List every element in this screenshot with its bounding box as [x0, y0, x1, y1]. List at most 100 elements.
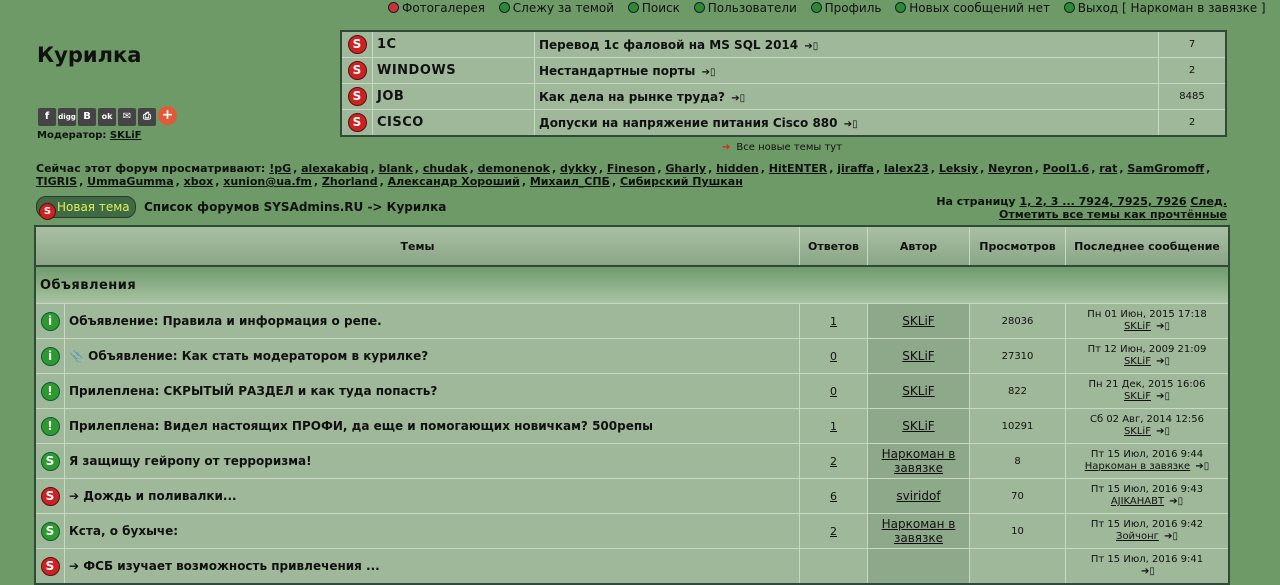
last-post-user-link[interactable]: Наркоман в завязке	[1085, 461, 1190, 472]
topic-status-icon: S	[347, 35, 367, 54]
author-link[interactable]: Наркоман в завязке	[882, 517, 956, 545]
new-topic-button[interactable]: S Новая тема	[36, 196, 136, 220]
recent-category[interactable]: CISCO	[372, 109, 535, 137]
goto-last-icon[interactable]: ➔▯	[731, 93, 745, 104]
replies-link[interactable]: 6	[830, 490, 837, 503]
author-link[interactable]: SKLiF	[902, 384, 934, 398]
nav-logout[interactable]: Выход [ Наркоман в завязке ]	[1063, 1, 1266, 15]
viewer-user-link[interactable]: Михаил_СПБ	[530, 175, 610, 188]
page-links[interactable]: 1, 2, 3 ... 7924, 7925, 7926	[1019, 195, 1186, 208]
goto-last-icon[interactable]: ➔▯	[702, 67, 716, 78]
viewer-user-link[interactable]: lalex23	[884, 162, 929, 175]
replies-link[interactable]: 0	[830, 385, 837, 398]
nav-gallery[interactable]: Фотогалерея	[388, 1, 485, 15]
viewer-user-link[interactable]: TIGRIS	[36, 175, 77, 188]
goto-last-icon[interactable]: ➔▯	[1141, 566, 1155, 578]
last-post-user-link[interactable]: SKLiF	[1124, 356, 1151, 367]
next-page-link[interactable]: След.	[1190, 195, 1227, 208]
viewer-user-link[interactable]: blank	[379, 162, 413, 175]
viewer-user-link[interactable]: xbox	[184, 175, 214, 188]
recent-category[interactable]: 1C	[372, 30, 535, 58]
recent-title[interactable]: Нестандартные порты ➔▯	[534, 57, 1159, 84]
goto-last-icon[interactable]: ➔▯	[1169, 496, 1183, 508]
viewer-user-link[interactable]: Neyron	[988, 162, 1033, 175]
last-post-user-link[interactable]: SKLiF	[1124, 321, 1151, 332]
replies-link[interactable]: 0	[830, 350, 837, 363]
viewer-user-link[interactable]: dykky	[560, 162, 597, 175]
topic-title-link[interactable]: Прилеплена: СКРЫТЫЙ РАЗДЕЛ и как туда по…	[69, 384, 437, 398]
viewer-user-link[interactable]: chudak	[423, 162, 468, 175]
goto-last-icon[interactable]: ➔▯	[1195, 461, 1209, 473]
breadcrumb[interactable]: Список форумов SYSAdmins.RU -> Курилка	[144, 200, 446, 214]
viewer-user-link[interactable]: demonenok	[478, 162, 550, 175]
recent-title[interactable]: Как дела на рынке труда? ➔▯	[534, 83, 1159, 110]
replies-link[interactable]: 1	[830, 315, 837, 328]
viewer-user-link[interactable]: HitENTER	[769, 162, 827, 175]
goto-last-icon[interactable]: ➔▯	[1164, 531, 1178, 543]
arrow-icon: ➔	[722, 142, 731, 153]
goto-last-icon[interactable]: ➔▯	[1156, 321, 1170, 333]
author-link[interactable]: Наркоман в завязке	[882, 447, 956, 475]
last-post-user-link[interactable]: Зойчонг	[1116, 531, 1159, 542]
viewer-user-link[interactable]: alexakabiq	[301, 162, 368, 175]
replies-link[interactable]: 2	[830, 525, 837, 538]
viewer-user-link[interactable]: UmmaGumma	[87, 175, 174, 188]
viewer-user-link[interactable]: Zhorland	[322, 175, 378, 188]
topic-title-link[interactable]: Объявление: Правила и информация о репе.	[69, 314, 382, 328]
add-share-icon[interactable]: +	[158, 106, 177, 125]
nav-search[interactable]: Поиск	[627, 1, 680, 15]
last-post-user-link[interactable]: SKLiF	[1124, 391, 1151, 402]
replies-link[interactable]: 1	[830, 420, 837, 433]
mail-icon[interactable]: ✉	[118, 108, 136, 126]
author-link[interactable]: SKLiF	[902, 349, 934, 363]
nav-profile[interactable]: Профиль	[810, 1, 881, 15]
topic-title-link[interactable]: Объявление: Как стать модератором в кури…	[88, 349, 428, 363]
topic-prefix-icon: ➔	[69, 559, 80, 573]
viewer-user-link[interactable]: Александр Хороший	[388, 175, 520, 188]
all-new-topics-link[interactable]: ➔ Все новые темы тут	[722, 142, 842, 153]
viewer-user-link[interactable]: Gharly	[665, 162, 706, 175]
odnoklassniki-icon[interactable]: ok	[98, 108, 116, 126]
digg-icon[interactable]: digg	[58, 108, 76, 126]
topic-title-link[interactable]: Прилеплена: Видел настоящих ПРОФИ, да ещ…	[69, 419, 653, 433]
author-link[interactable]: sviridof	[896, 489, 940, 503]
goto-last-icon[interactable]: ➔▯	[844, 119, 858, 130]
topic-title-link[interactable]: Я защищу гейропу от терроризма!	[69, 454, 312, 468]
facebook-icon[interactable]: f	[38, 108, 56, 126]
recent-category[interactable]: WINDOWS	[372, 57, 535, 84]
last-post-user-link[interactable]: SKLiF	[1124, 426, 1151, 437]
topic-title-link[interactable]: ФСБ изучает возможность привлечения ...	[83, 559, 379, 573]
print-icon[interactable]: ⎙	[138, 108, 156, 126]
nav-watching[interactable]: Слежу за темой	[498, 1, 614, 15]
goto-last-icon[interactable]: ➔▯	[1156, 391, 1170, 403]
nav-new-messages[interactable]: Новых сообщений нет	[895, 1, 1050, 15]
author-link[interactable]: SKLiF	[902, 314, 934, 328]
moderator-link[interactable]: SKLiF	[110, 130, 142, 141]
nav-users[interactable]: Пользователи	[693, 1, 797, 15]
viewer-user-link[interactable]: Fineson	[607, 162, 656, 175]
viewer-user-link[interactable]: !pG	[269, 162, 291, 175]
replies-link[interactable]: 2	[830, 455, 837, 468]
viewer-user-link[interactable]: Pool1.6	[1043, 162, 1089, 175]
viewer-user-link[interactable]: Leksiy	[939, 162, 978, 175]
recent-row: S 1C Перевод 1с фаловой на MS SQL 2014 ➔…	[340, 30, 1227, 58]
author-link[interactable]: SKLiF	[902, 419, 934, 433]
vk-icon[interactable]: B	[78, 108, 96, 126]
goto-last-icon[interactable]: ➔▯	[804, 41, 818, 52]
mark-all-read-link[interactable]: Отметить все темы как прочтённые	[999, 208, 1227, 221]
viewer-user-link[interactable]: Сибирский Пушкан	[620, 175, 743, 188]
recent-topics: S 1C Перевод 1с фаловой на MS SQL 2014 ➔…	[340, 30, 1227, 137]
last-post-user-link[interactable]: AJIKAHABT	[1111, 496, 1164, 507]
viewer-user-link[interactable]: jiraffa	[837, 162, 874, 175]
goto-last-icon[interactable]: ➔▯	[1156, 426, 1170, 438]
recent-title[interactable]: Перевод 1с фаловой на MS SQL 2014 ➔▯	[534, 30, 1159, 58]
recent-category[interactable]: JOB	[372, 83, 535, 110]
viewer-user-link[interactable]: SamGromoff	[1127, 162, 1204, 175]
viewer-user-link[interactable]: hidden	[716, 162, 759, 175]
viewer-user-link[interactable]: xunion@ua.fm	[223, 175, 312, 188]
topic-title-link[interactable]: Кста, о бухыче:	[69, 524, 178, 538]
viewer-user-link[interactable]: rat	[1099, 162, 1117, 175]
recent-title[interactable]: Допуски на напряжение питания Cisco 880 …	[534, 109, 1159, 137]
goto-last-icon[interactable]: ➔▯	[1156, 356, 1170, 368]
topic-title-link[interactable]: Дождь и поливалки...	[83, 489, 236, 503]
